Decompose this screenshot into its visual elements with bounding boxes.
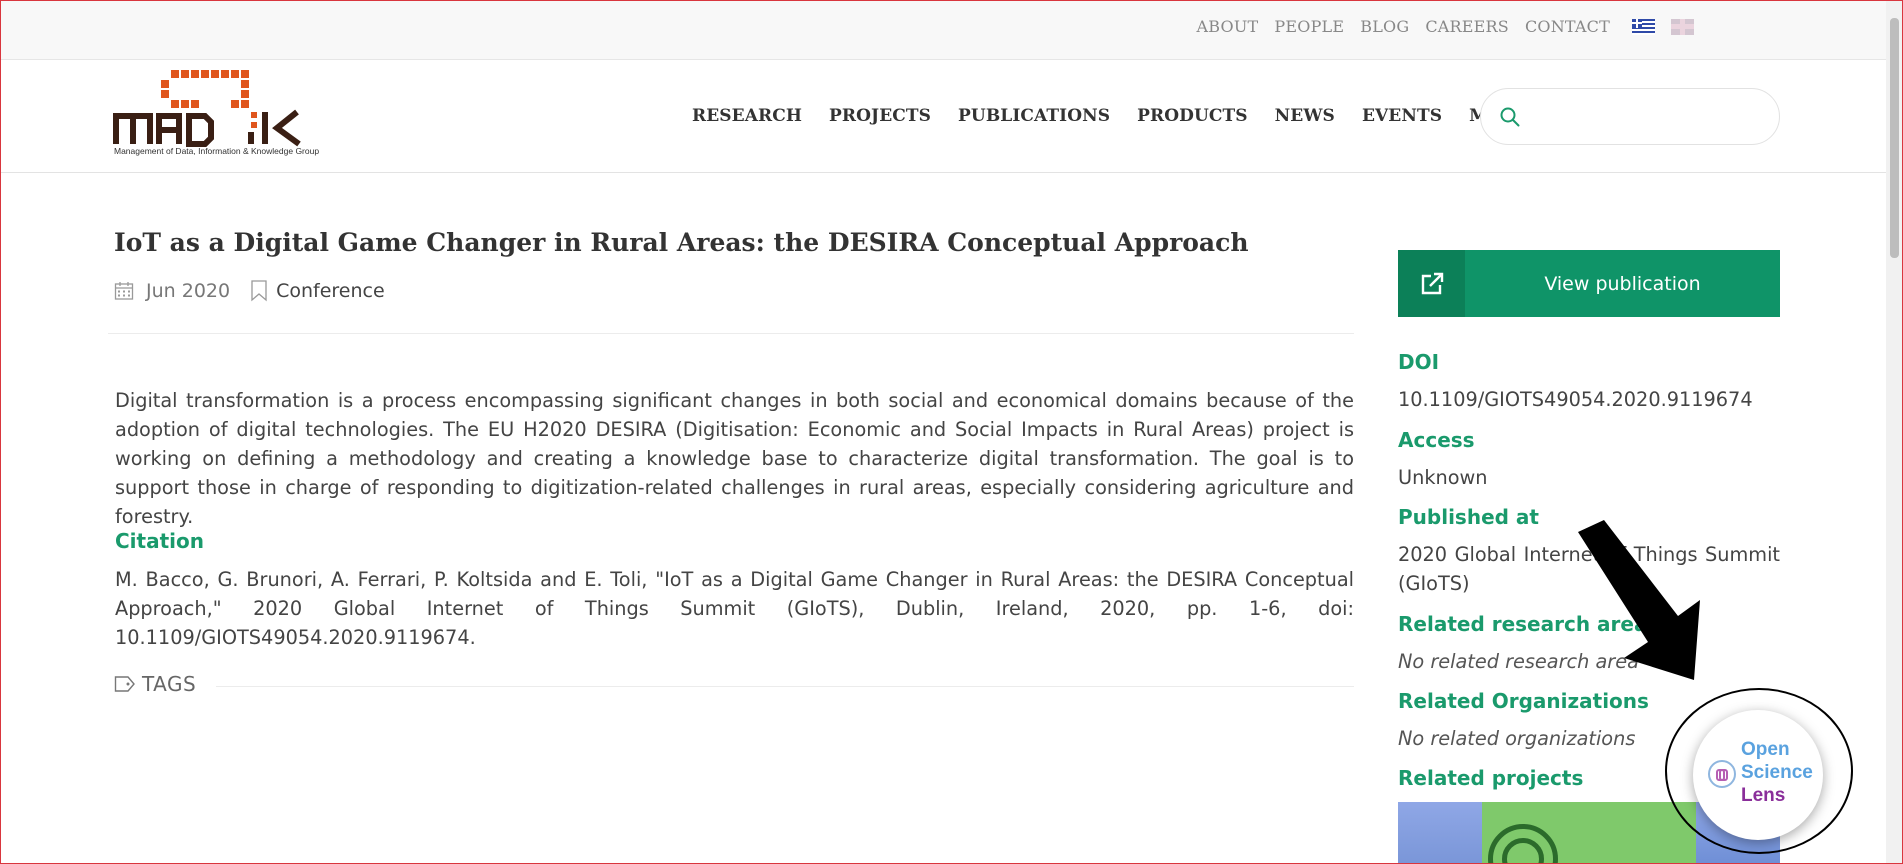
bookmark-icon (251, 280, 267, 302)
nav-research[interactable]: RESEARCH (692, 106, 802, 126)
open-science-lens-button[interactable]: Open Science Lens (1693, 710, 1823, 840)
search-box[interactable] (1480, 88, 1780, 145)
top-nav-contact[interactable]: CONTACT (1525, 17, 1610, 36)
page-scrollbar[interactable] (1886, 0, 1903, 864)
projects-label: Related projects (1398, 766, 1584, 790)
divider (108, 333, 1354, 334)
doi-value: 10.1109/GIOTS49054.2020.9119674 (1398, 388, 1753, 411)
organizations-label: Related Organizations (1398, 689, 1649, 713)
search-input[interactable] (1533, 101, 1763, 133)
top-nav: ABOUT PEOPLE BLOG CAREERS CONTACT (1197, 17, 1694, 36)
doi-label: DOI (1398, 350, 1440, 374)
annotation-arrow-icon (1578, 520, 1700, 680)
access-value: Unknown (1398, 466, 1488, 489)
logo[interactable]: Management of Data, Information & Knowle… (113, 68, 358, 158)
publication-date: Jun 2020 (146, 280, 231, 302)
scrollbar-thumb[interactable] (1890, 18, 1899, 258)
binoculars-icon (1708, 760, 1736, 788)
publication-title: IoT as a Digital Game Changer in Rural A… (114, 228, 1249, 257)
top-nav-careers[interactable]: CAREERS (1425, 17, 1509, 36)
access-label: Access (1398, 428, 1475, 452)
view-publication-button[interactable]: View publication (1398, 250, 1780, 317)
tag-icon (114, 676, 135, 692)
nav-events[interactable]: EVENTS (1362, 106, 1442, 126)
madik-logo-icon (113, 70, 301, 147)
citation-heading: Citation (115, 529, 204, 553)
nav-projects[interactable]: PROJECTS (829, 106, 931, 126)
citation-text: M. Bacco, G. Brunori, A. Ferrari, P. Kol… (115, 568, 1354, 649)
tags-divider (216, 686, 1354, 687)
nav-news[interactable]: NEWS (1275, 106, 1335, 126)
published-at-label: Published at (1398, 505, 1539, 529)
publication-type: Conference (276, 280, 385, 302)
publication-meta: Jun 2020 Conference (114, 280, 385, 302)
open-science-lens-label: Open Science Lens (1741, 739, 1813, 806)
publication-abstract: Digital transformation is a process enco… (115, 389, 1354, 528)
calendar-icon (114, 282, 134, 300)
main-nav: RESEARCH PROJECTS PUBLICATIONS PRODUCTS … (692, 106, 1537, 126)
view-publication-label: View publication (1544, 272, 1701, 295)
uk-flag-icon[interactable] (1671, 18, 1694, 35)
nav-publications[interactable]: PUBLICATIONS (958, 106, 1110, 126)
top-nav-about[interactable]: ABOUT (1197, 17, 1259, 36)
tags-section: TAGS (114, 672, 196, 696)
tags-label: TAGS (142, 672, 197, 696)
external-link-icon (1398, 250, 1465, 317)
logo-tagline: Management of Data, Information & Knowle… (114, 146, 320, 156)
top-nav-people[interactable]: PEOPLE (1274, 17, 1344, 36)
top-nav-blog[interactable]: BLOG (1360, 17, 1409, 36)
top-utility-bar: ABOUT PEOPLE BLOG CAREERS CONTACT (0, 0, 1903, 60)
search-icon[interactable] (1499, 106, 1521, 128)
greek-flag-icon[interactable] (1632, 18, 1655, 35)
nav-products[interactable]: PRODUCTS (1137, 106, 1248, 126)
